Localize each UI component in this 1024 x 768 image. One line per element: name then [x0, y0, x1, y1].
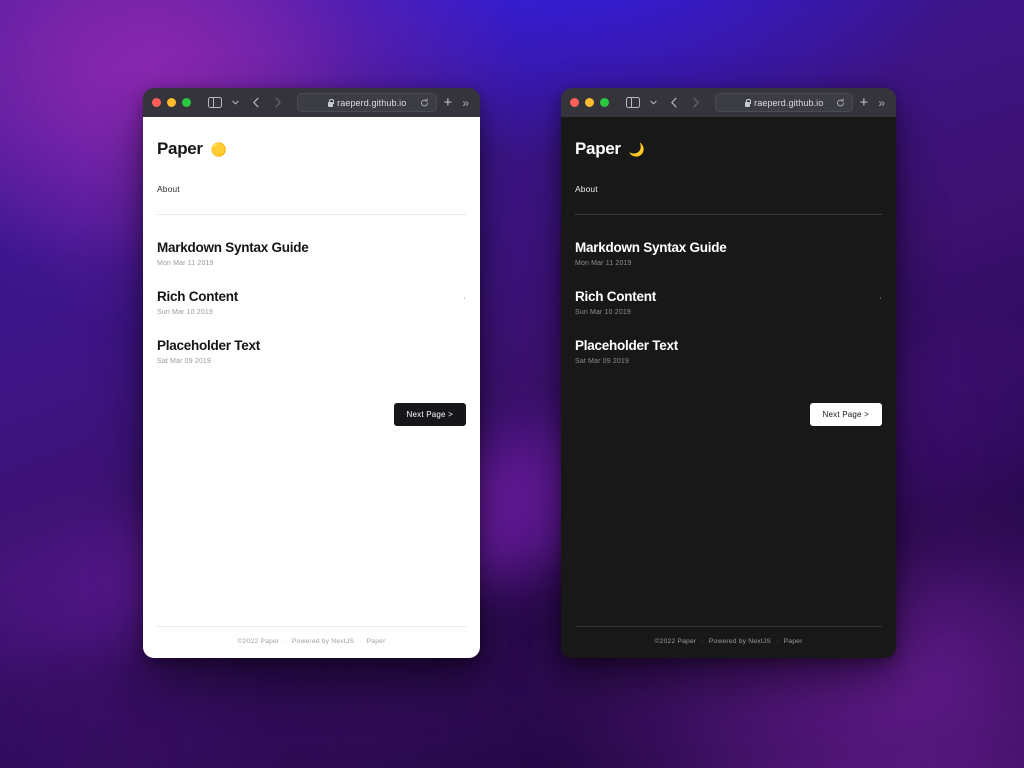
nav-item-about[interactable]: About — [575, 184, 598, 194]
list-item[interactable]: Rich Content Sun Mar 10 2019 — [157, 289, 466, 316]
minimize-window-button[interactable] — [585, 98, 594, 107]
footer-separator: · — [284, 638, 287, 645]
nav-item-about[interactable]: About — [157, 184, 180, 194]
post-date: Mon Mar 11 2019 — [157, 260, 214, 267]
page-content-light: Paper 🟡 About Markdown Syntax Guide Mon … — [143, 117, 480, 658]
post-date: Sun Mar 10 2019 — [157, 309, 213, 316]
post-list: Markdown Syntax Guide Mon Mar 11 2019 Ri… — [157, 215, 466, 387]
post-title[interactable]: Markdown Syntax Guide — [575, 240, 882, 255]
post-date: Sat Mar 09 2019 — [157, 358, 212, 365]
chevron-down-icon[interactable] — [226, 93, 245, 112]
back-button-icon[interactable] — [665, 93, 684, 112]
footer-theme-link[interactable]: Paper — [784, 638, 803, 645]
browser-window-dark[interactable]: raeperd.github.io + » Paper 🌙 About Mark… — [561, 88, 896, 658]
footer-powered-by-link[interactable]: Powered by NextJS — [292, 638, 354, 645]
footer-separator: · — [776, 638, 779, 645]
navigation-controls — [205, 93, 287, 112]
sun-icon[interactable]: 🟡 — [211, 143, 227, 156]
toolbar-right-controls: + » — [860, 95, 885, 110]
address-bar[interactable]: raeperd.github.io — [715, 93, 853, 112]
footer-copyright: ©2022 Paper — [654, 638, 697, 645]
browser-titlebar: raeperd.github.io + » — [143, 88, 480, 117]
list-item[interactable]: Placeholder Text Sat Mar 09 2019 — [157, 338, 466, 365]
moon-icon[interactable]: 🌙 — [629, 143, 645, 156]
post-date: Mon Mar 11 2019 — [575, 260, 632, 267]
post-title[interactable]: Markdown Syntax Guide — [157, 240, 466, 255]
navigation-controls — [623, 93, 705, 112]
traffic-light-buttons — [570, 98, 609, 107]
site-header: Paper 🌙 — [575, 117, 882, 159]
post-title[interactable]: Placeholder Text — [157, 338, 466, 353]
list-item[interactable]: Placeholder Text Sat Mar 09 2019 — [575, 338, 882, 365]
url-text: raeperd.github.io — [754, 97, 824, 108]
footer-separator: · — [359, 638, 362, 645]
site-nav: About — [157, 159, 466, 197]
lock-icon — [744, 98, 751, 107]
reload-icon[interactable] — [836, 98, 845, 107]
back-button-icon[interactable] — [247, 93, 266, 112]
toolbar-right-controls: + » — [444, 95, 469, 110]
list-item[interactable]: Markdown Syntax Guide Mon Mar 11 2019 — [157, 240, 466, 267]
page-title: Paper — [575, 139, 621, 158]
address-bar[interactable]: raeperd.github.io — [297, 93, 437, 112]
forward-button-icon[interactable] — [686, 93, 705, 112]
next-page-button[interactable]: Next Page > — [393, 403, 466, 426]
desktop-wallpaper: raeperd.github.io + » Paper 🟡 About Mark… — [0, 0, 1024, 768]
site-footer: ©2022 Paper · Powered by NextJS · Paper — [157, 627, 466, 658]
footer-separator: · — [701, 638, 704, 645]
url-text: raeperd.github.io — [337, 97, 407, 108]
close-window-button[interactable] — [570, 98, 579, 107]
post-list: Markdown Syntax Guide Mon Mar 11 2019 Ri… — [575, 215, 882, 387]
browser-titlebar: raeperd.github.io + » — [561, 88, 896, 117]
pagination: Next Page > — [157, 403, 466, 426]
footer-copyright: ©2022 Paper — [237, 638, 280, 645]
site-header: Paper 🟡 — [157, 117, 466, 159]
next-page-button[interactable]: Next Page > — [809, 403, 882, 426]
chevron-double-right-icon[interactable]: » — [878, 97, 885, 109]
page-title: Paper — [157, 139, 203, 158]
chevron-double-right-icon[interactable]: » — [462, 97, 469, 109]
maximize-window-button[interactable] — [600, 98, 609, 107]
lock-icon — [327, 98, 334, 107]
new-tab-icon[interactable]: + — [444, 95, 453, 110]
list-item[interactable]: Markdown Syntax Guide Mon Mar 11 2019 — [575, 240, 882, 267]
close-window-button[interactable] — [152, 98, 161, 107]
site-footer: ©2022 Paper · Powered by NextJS · Paper — [575, 627, 882, 658]
post-title[interactable]: Placeholder Text — [575, 338, 882, 353]
post-date: Sun Mar 10 2019 — [575, 309, 631, 316]
sidebar-toggle-icon[interactable] — [205, 93, 224, 112]
browser-window-light[interactable]: raeperd.github.io + » Paper 🟡 About Mark… — [143, 88, 480, 658]
sidebar-toggle-icon[interactable] — [623, 93, 642, 112]
reload-icon[interactable] — [420, 98, 429, 107]
post-title[interactable]: Rich Content — [575, 289, 882, 304]
post-title[interactable]: Rich Content — [157, 289, 466, 304]
footer-theme-link[interactable]: Paper — [367, 638, 386, 645]
chevron-down-icon[interactable] — [644, 93, 663, 112]
post-date: Sat Mar 09 2019 — [575, 358, 630, 365]
site-nav: About — [575, 159, 882, 197]
scroll-marker-dot — [463, 297, 465, 299]
footer-powered-by-link[interactable]: Powered by NextJS — [709, 638, 771, 645]
page-content-dark: Paper 🌙 About Markdown Syntax Guide Mon … — [561, 117, 896, 658]
maximize-window-button[interactable] — [182, 98, 191, 107]
minimize-window-button[interactable] — [167, 98, 176, 107]
list-item[interactable]: Rich Content Sun Mar 10 2019 — [575, 289, 882, 316]
traffic-light-buttons — [152, 98, 191, 107]
scroll-marker-dot — [879, 297, 881, 299]
pagination: Next Page > — [575, 403, 882, 426]
new-tab-icon[interactable]: + — [860, 95, 869, 110]
forward-button-icon[interactable] — [268, 93, 287, 112]
